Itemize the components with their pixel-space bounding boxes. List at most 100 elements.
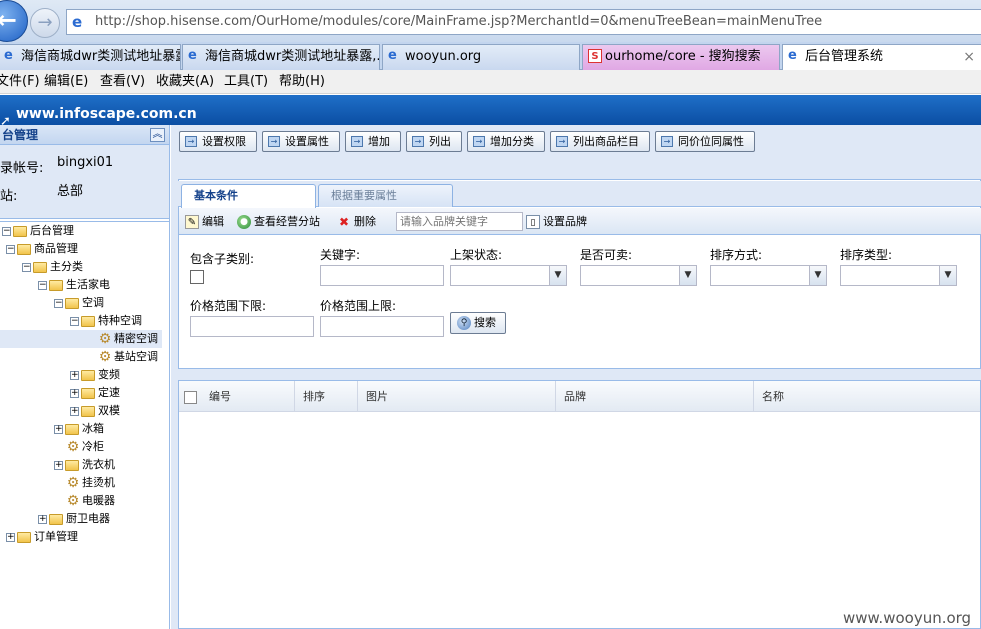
grid-header: 编号 排序 图片 品牌 名称 xyxy=(179,381,980,412)
column-header[interactable]: 排序 xyxy=(295,381,358,412)
collapse-icon[interactable]: − xyxy=(2,226,11,236)
tree-node[interactable]: − 特种空调 xyxy=(70,312,142,330)
menu-favorites[interactable]: 收藏夹(A) xyxy=(156,73,214,91)
tab-basic-conditions[interactable]: 基本条件 xyxy=(181,184,316,208)
ie-icon: e xyxy=(188,48,197,63)
tree-node[interactable]: + 变频 xyxy=(70,366,120,384)
browser-tab[interactable]: Sourhome/core - 搜狗搜索 xyxy=(582,44,780,70)
tab-important-attributes[interactable]: 根据重要属性 xyxy=(318,184,453,207)
price-high-input[interactable] xyxy=(320,316,444,337)
collapse-icon[interactable]: − xyxy=(22,262,31,272)
list-product-columns-button[interactable]: → 列出商品栏目 xyxy=(550,131,650,152)
collapse-icon[interactable]: ︽ xyxy=(150,128,165,142)
sellable-select[interactable]: ▼ xyxy=(580,265,697,286)
edit-button[interactable]: ✎ 编辑 xyxy=(185,214,224,230)
column-header[interactable]: 编号 xyxy=(201,381,295,412)
forward-button[interactable]: → xyxy=(30,8,60,38)
tree-node[interactable]: − 主分类 xyxy=(22,258,83,276)
tree-node[interactable]: ⚙ 挂烫机 xyxy=(66,474,115,492)
tree-node[interactable]: ⚙ 基站空调 xyxy=(98,348,158,366)
browser-tab[interactable]: e海信商城dwr类测试地址暴露,... xyxy=(0,44,181,70)
browser-tab-active[interactable]: e 后台管理系统 × xyxy=(782,44,981,71)
expand-icon[interactable]: + xyxy=(54,460,63,470)
menu-edit[interactable]: 编辑(E) xyxy=(44,73,88,91)
expand-icon[interactable]: + xyxy=(54,424,63,434)
sort-type-select[interactable]: ▼ xyxy=(840,265,957,286)
tree-node[interactable]: ⚙ 冷柜 xyxy=(66,438,104,456)
column-header[interactable]: 图片 xyxy=(358,381,556,412)
collapse-icon[interactable]: − xyxy=(70,316,79,326)
shelf-status-select[interactable]: ▼ xyxy=(450,265,567,286)
folder-icon xyxy=(33,261,47,273)
browser-tab[interactable]: e海信商城dwr类测试地址暴露,... xyxy=(182,44,380,70)
menu-help[interactable]: 帮助(H) xyxy=(279,73,325,91)
condition-tabs: 基本条件 根据重要属性 xyxy=(178,181,981,208)
search-button[interactable]: ⚲ 搜索 xyxy=(450,312,506,334)
tree-node[interactable]: + 订单管理 xyxy=(6,528,78,546)
brand-keyword-input[interactable] xyxy=(396,212,523,231)
menu-file[interactable]: 文件(F) xyxy=(0,73,40,91)
folder-icon xyxy=(65,423,79,435)
button-icon: → xyxy=(185,136,197,147)
sellable-label: 是否可卖: xyxy=(580,248,633,262)
set-property-button[interactable]: → 设置属性 xyxy=(262,131,340,152)
folder-icon xyxy=(81,369,95,381)
expand-icon[interactable]: + xyxy=(70,406,79,416)
site-value: 总部 xyxy=(57,184,84,199)
expand-icon[interactable]: + xyxy=(70,370,79,380)
tree-node[interactable]: + 定速 xyxy=(70,384,120,402)
menu-tools[interactable]: 工具(T) xyxy=(224,73,268,91)
include-subcategory-label: 包含子类别: xyxy=(190,252,255,266)
tree-node[interactable]: + 冰箱 xyxy=(54,420,104,438)
watermark: www.wooyun.org xyxy=(843,609,972,627)
expand-icon[interactable]: + xyxy=(38,514,47,524)
column-header[interactable]: 品牌 xyxy=(556,381,754,412)
back-button[interactable]: ← xyxy=(0,0,28,42)
chevron-down-icon: ▼ xyxy=(809,266,826,285)
button-icon: → xyxy=(661,136,673,147)
folder-icon xyxy=(13,225,27,237)
add-category-button[interactable]: → 增加分类 xyxy=(467,131,545,152)
tree-node[interactable]: − 后台管理 xyxy=(2,222,74,240)
ie-icon: e xyxy=(788,48,797,63)
expand-icon[interactable]: + xyxy=(70,388,79,398)
tree-node-selected[interactable]: ⚙ 精密空调 xyxy=(0,330,162,348)
tree-node[interactable]: − 生活家电 xyxy=(38,276,110,294)
set-brand-button[interactable]: ▯ 设置品牌 xyxy=(526,214,587,230)
panel-title: 台管理 xyxy=(0,125,169,145)
add-button[interactable]: → 增加 xyxy=(345,131,401,152)
tree-node[interactable]: − 空调 xyxy=(54,294,104,312)
browser-tab[interactable]: e wooyun.org xyxy=(382,44,580,70)
column-header[interactable]: 名称 xyxy=(754,381,980,412)
view-sites-button[interactable]: ● 查看经营分站 xyxy=(237,214,320,230)
include-subcategory-checkbox[interactable] xyxy=(190,270,204,284)
menu-view[interactable]: 查看(V) xyxy=(100,73,145,91)
account-value: bingxi01 xyxy=(57,155,114,170)
collapse-icon[interactable]: − xyxy=(38,280,47,290)
sort-method-label: 排序方式: xyxy=(710,248,763,262)
folder-icon xyxy=(81,405,95,417)
delete-button[interactable]: ✖ 删除 xyxy=(337,214,376,230)
expand-icon[interactable]: + xyxy=(6,532,15,542)
select-all-checkbox[interactable] xyxy=(184,391,197,404)
tree-node[interactable]: + 洗衣机 xyxy=(54,456,115,474)
tree-node[interactable]: ⚙ 电暖器 xyxy=(66,492,115,510)
close-tab-icon[interactable]: × xyxy=(963,45,975,69)
list-button[interactable]: → 列出 xyxy=(406,131,462,152)
keyword-input[interactable] xyxy=(320,265,444,286)
sort-type-label: 排序类型: xyxy=(840,248,893,262)
collapse-icon[interactable]: − xyxy=(54,298,63,308)
url-field[interactable]: http://shop.hisense.com/OurHome/modules/… xyxy=(66,9,981,35)
keyword-label: 关键字: xyxy=(320,248,361,262)
main-content: → 设置权限 → 设置属性 → 增加 → 列出 → 增加分类 → 列出商品栏目 → 同价位同属… xyxy=(171,125,981,629)
same-price-button[interactable]: → 同价位同属性 xyxy=(655,131,755,152)
action-toolbar: → 设置权限 → 设置属性 → 增加 → 列出 → 增加分类 → 列出商品栏目 → 同价位同属… xyxy=(171,125,981,157)
price-low-input[interactable] xyxy=(190,316,314,337)
tree-node[interactable]: + 厨卫电器 xyxy=(38,510,110,528)
sort-method-select[interactable]: ▼ xyxy=(710,265,827,286)
tree-node[interactable]: − 商品管理 xyxy=(6,240,78,258)
price-low-label: 价格范围下限: xyxy=(190,299,267,313)
tree-node[interactable]: + 双模 xyxy=(70,402,120,420)
set-permission-button[interactable]: → 设置权限 xyxy=(179,131,257,152)
collapse-icon[interactable]: − xyxy=(6,244,15,254)
